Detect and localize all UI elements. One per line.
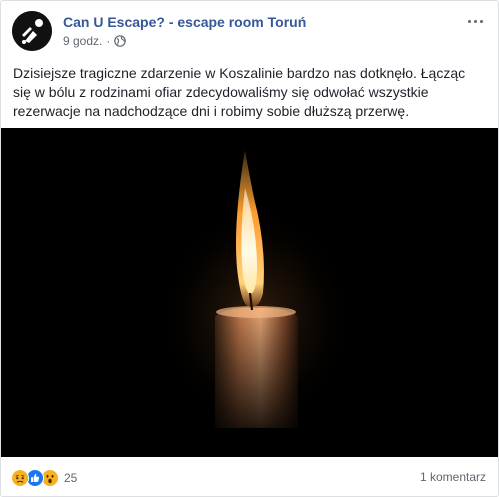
globe-icon[interactable] xyxy=(114,35,127,47)
post-meta: 9 godz. · xyxy=(63,34,127,48)
can-u-escape-logo-icon xyxy=(12,11,52,51)
post-photo[interactable] xyxy=(1,128,498,457)
meta-separator: · xyxy=(106,34,111,48)
facebook-post: Can U Escape? - escape room Toruń 9 godz… xyxy=(0,0,499,497)
comments-count-link[interactable]: 1 komentarz xyxy=(420,470,486,484)
post-header: Can U Escape? - escape room Toruń 9 godz… xyxy=(12,11,488,53)
post-timestamp[interactable]: 9 godz. xyxy=(63,34,102,48)
reactions-summary[interactable]: 25 xyxy=(11,469,77,487)
more-options-icon[interactable] xyxy=(466,13,486,29)
candle-photo-icon xyxy=(1,128,498,457)
page-avatar[interactable] xyxy=(12,11,52,51)
sad-reaction-icon xyxy=(11,469,29,487)
post-footer: 25 1 komentarz xyxy=(1,457,498,496)
reaction-count: 25 xyxy=(64,471,78,485)
page-name-link[interactable]: Can U Escape? - escape room Toruń xyxy=(63,14,306,30)
post-text: Dzisiejsze tragiczne zdarzenie w Koszali… xyxy=(13,65,466,119)
